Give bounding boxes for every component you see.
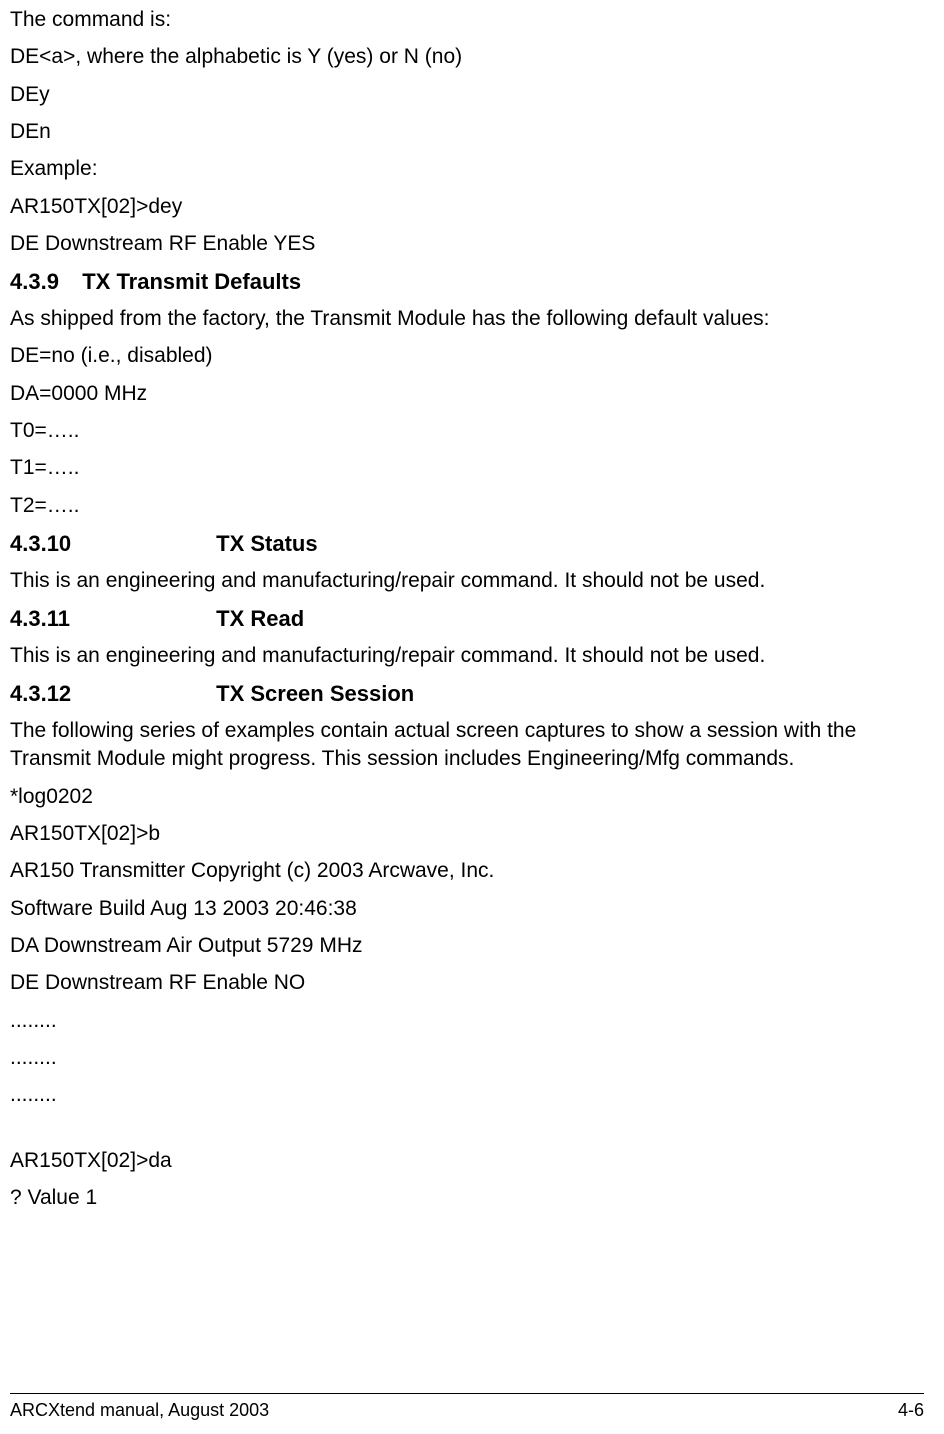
body-text: DE<a>, where the alphabetic is Y (yes) o… [10, 43, 924, 71]
body-text: DEy [10, 81, 924, 109]
body-text: DA Downstream Air Output 5729 MHz [10, 932, 924, 960]
body-text: DE=no (i.e., disabled) [10, 342, 924, 370]
page-content: The command is: DE<a>, where the alphabe… [10, 6, 924, 1271]
body-text: T1=….. [10, 454, 924, 482]
body-text: *log0202 [10, 783, 924, 811]
heading-number: 4.3.12 [10, 679, 210, 709]
footer-left: ARCXtend manual, August 2003 [10, 1398, 269, 1422]
heading-title: TX Read [216, 606, 304, 631]
footer-page-number: 4-6 [898, 1398, 924, 1422]
body-text: DA=0000 MHz [10, 380, 924, 408]
page-footer: ARCXtend manual, August 2003 4-6 [10, 1393, 924, 1422]
body-text: ........ [10, 1044, 924, 1072]
body-text: Example: [10, 155, 924, 183]
body-text: Software Build Aug 13 2003 20:46:38 [10, 895, 924, 923]
body-text: DE Downstream RF Enable YES [10, 230, 924, 258]
body-text: The command is: [10, 6, 924, 34]
heading-number: 4.3.9 [10, 267, 70, 297]
body-text: This is an engineering and manufacturing… [10, 567, 924, 595]
section-heading-4312: 4.3.12 TX Screen Session [10, 679, 924, 709]
body-text: This is an engineering and manufacturing… [10, 642, 924, 670]
body-text: ? Value 1 [10, 1184, 924, 1212]
heading-number: 4.3.10 [10, 529, 210, 559]
body-text: T0=….. [10, 417, 924, 445]
section-heading-4311: 4.3.11 TX Read [10, 604, 924, 634]
body-text: AR150TX[02]>da [10, 1147, 924, 1175]
heading-title: TX Status [216, 531, 317, 556]
body-text: AR150 Transmitter Copyright (c) 2003 Arc… [10, 857, 924, 885]
body-text: ........ [10, 1007, 924, 1035]
heading-title: TX Transmit Defaults [82, 269, 301, 294]
blank-line [10, 1119, 924, 1147]
body-text: T2=….. [10, 492, 924, 520]
body-text: AR150TX[02]>dey [10, 193, 924, 221]
body-text: The following series of examples contain… [10, 717, 924, 774]
heading-number: 4.3.11 [10, 604, 210, 634]
body-text: AR150TX[02]>b [10, 820, 924, 848]
section-heading-4310: 4.3.10 TX Status [10, 529, 924, 559]
section-heading-439: 4.3.9 TX Transmit Defaults [10, 267, 924, 297]
body-text: DEn [10, 118, 924, 146]
body-text: ........ [10, 1081, 924, 1109]
heading-title: TX Screen Session [216, 681, 414, 706]
body-text: As shipped from the factory, the Transmi… [10, 305, 924, 333]
body-text: DE Downstream RF Enable NO [10, 969, 924, 997]
